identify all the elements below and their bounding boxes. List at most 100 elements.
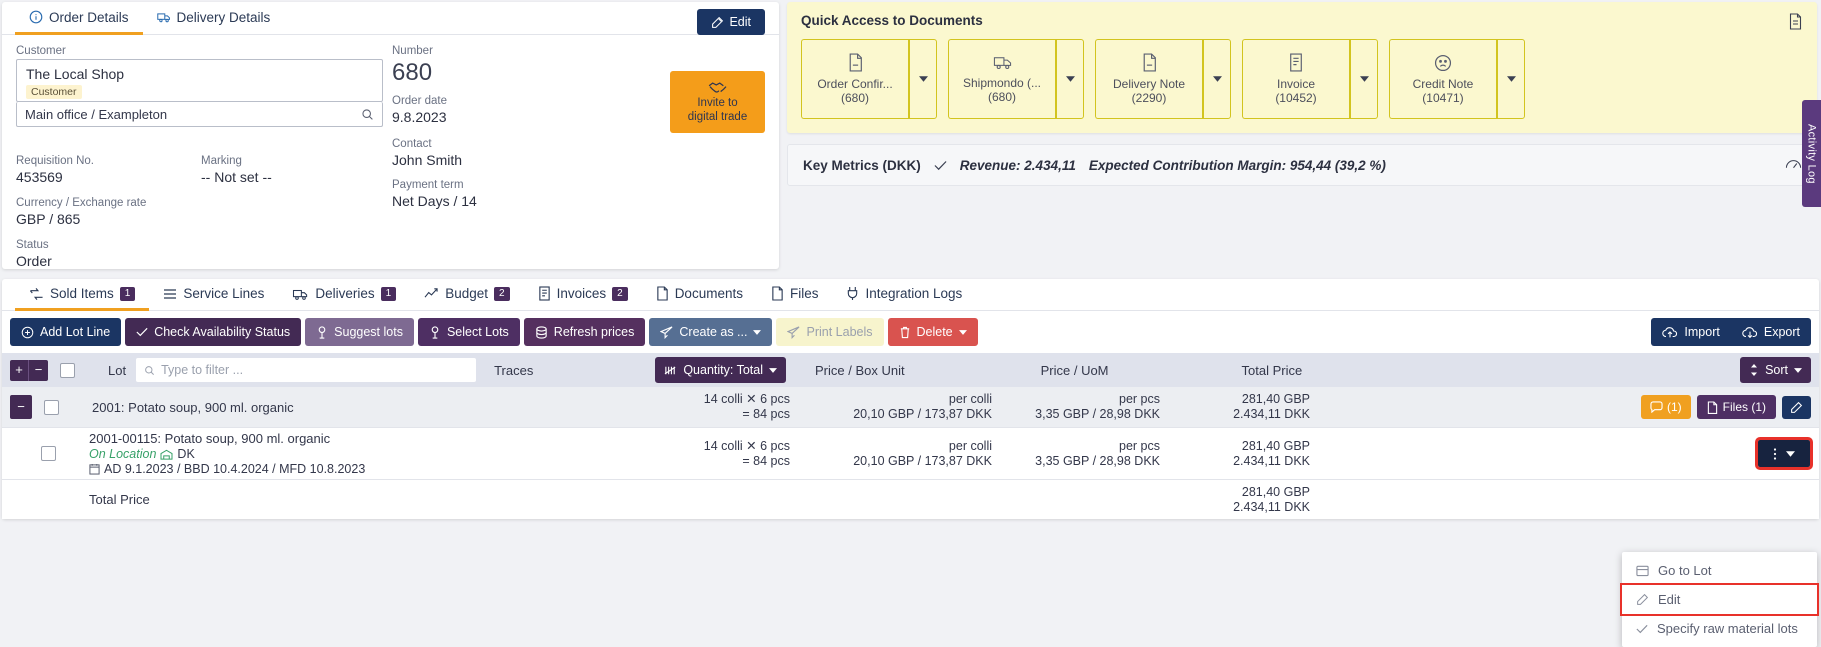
row-price-uom: per pcs 3,35 GBP / 28,98 DKK (1002, 439, 1160, 469)
quick-access-document-list: Order Confir... (680) Shipmondo (... (801, 39, 1803, 119)
quick-doc-button[interactable]: Delivery Note (2290) (1095, 39, 1202, 119)
chevron-down-icon (1794, 368, 1802, 373)
row-checkbox[interactable] (41, 446, 56, 461)
button-label: Delete (917, 325, 953, 339)
comment-count: (1) (1667, 400, 1682, 414)
select-all-checkbox[interactable] (60, 363, 75, 378)
tab-integration-logs[interactable]: Integration Logs (832, 279, 976, 311)
search-icon[interactable] (361, 108, 374, 121)
tab-sold-items[interactable]: Sold Items 1 (15, 279, 149, 311)
quick-doc-dropdown-toggle[interactable] (1497, 39, 1525, 119)
customer-type-tag: Customer (26, 85, 82, 99)
expand-all-button[interactable]: + (10, 360, 29, 381)
row-quantity-line-1: 14 colli ✕ 6 pcs (685, 392, 790, 407)
delete-button[interactable]: Delete (888, 318, 978, 346)
quick-doc-button[interactable]: Credit Note (10471) (1389, 39, 1496, 119)
tab-order-details[interactable]: Order Details (15, 2, 143, 35)
files-button[interactable]: Files (1) (1697, 395, 1776, 419)
suggest-lots-button[interactable]: Suggest lots (305, 318, 414, 346)
button-label: Check Availability Status (154, 325, 290, 339)
quantity-total-dropdown[interactable]: Quantity: Total (655, 357, 786, 383)
metrics-gauge-action[interactable] (1785, 157, 1802, 173)
currency-value: GBP / 865 (16, 211, 201, 227)
tab-documents[interactable]: Documents (642, 279, 757, 311)
context-menu-item-specify-raw-material-lots[interactable]: Specify raw material lots (1622, 614, 1817, 643)
button-label: Import (1684, 325, 1719, 339)
import-button[interactable]: Import (1651, 318, 1730, 346)
row-quantity-line-1: 14 colli ✕ 6 pcs (685, 439, 790, 454)
quick-doc-button[interactable]: Shipmondo (... (680) (948, 39, 1055, 119)
marking-label: Marking (201, 155, 386, 167)
quick-doc-button[interactable]: Invoice (10452) (1242, 39, 1349, 119)
marking-value: -- Not set -- (201, 169, 386, 185)
edit-pencil-icon (711, 16, 724, 29)
add-lot-line-button[interactable]: Add Lot Line (10, 318, 121, 346)
kebab-menu-icon (1773, 447, 1777, 461)
sort-icon (1749, 364, 1759, 376)
chevron-down-icon (769, 368, 777, 373)
row-quantity-line-2: = 84 pcs (685, 454, 790, 469)
tab-label: Budget (445, 286, 488, 301)
tab-service-lines[interactable]: Service Lines (149, 279, 278, 311)
row-quantity-line-2: = 84 pcs (685, 407, 790, 422)
tab-budget[interactable]: Budget 2 (410, 279, 523, 311)
context-menu-item-go-to-lot[interactable]: Go to Lot (1622, 556, 1817, 585)
row-edit-button[interactable] (1782, 396, 1811, 419)
number-label: Number (392, 45, 642, 57)
trash-icon (899, 326, 911, 339)
lot-icon (429, 326, 441, 339)
chart-icon (424, 287, 439, 300)
button-label: Export (1764, 325, 1800, 339)
tab-badge: 1 (120, 287, 136, 301)
invite-to-digital-trade-button[interactable]: Invite to digital trade (670, 71, 765, 133)
status-label: Status (16, 239, 201, 251)
quick-access-document-action[interactable] (1788, 13, 1803, 33)
print-labels-button[interactable]: Print Labels (776, 318, 883, 346)
row-checkbox[interactable] (44, 400, 59, 415)
activity-log-tab[interactable]: Activity Log (1802, 100, 1821, 207)
quick-doc-dropdown-toggle[interactable] (1203, 39, 1231, 119)
tab-invoices[interactable]: Invoices 2 (524, 279, 642, 311)
table-header-row: + − Lot Type to filter ... Traces Quanti… (2, 353, 1819, 387)
table-row[interactable]: − 2001: Potato soup, 900 ml. organic 14 … (2, 387, 1819, 427)
top-section: Order Details Delivery Details Customer … (0, 0, 1821, 275)
sort-dropdown[interactable]: Sort (1740, 357, 1811, 383)
chevron-down-icon (1507, 76, 1516, 82)
row-dates: AD 9.1.2023 / BBD 10.4.2024 / MFD 10.8.2… (104, 462, 365, 476)
invite-line-1: Invite to (697, 97, 737, 110)
tab-label: Documents (675, 286, 743, 301)
quick-doc-dropdown-toggle[interactable] (1056, 39, 1084, 119)
customer-box[interactable]: The Local Shop Customer (16, 59, 383, 102)
tab-deliveries[interactable]: Deliveries 1 (278, 279, 410, 311)
export-button[interactable]: Export (1731, 318, 1811, 346)
row-uom-line-2: 3,35 GBP / 28,98 DKK (1002, 407, 1160, 422)
sold-items-card: Sold Items 1 Service Lines Deliveries 1 … (2, 279, 1819, 519)
contact-label: Contact (392, 138, 642, 150)
edit-order-button[interactable]: Edit (697, 9, 765, 35)
tally-icon (664, 365, 677, 376)
customer-name: The Local Shop (26, 67, 373, 82)
files-label: Files (1) (1723, 400, 1766, 414)
row-more-actions-button[interactable] (1758, 440, 1810, 467)
customer-address-field[interactable]: Main office / Exampleton (16, 102, 383, 127)
check-availability-status-button[interactable]: Check Availability Status (125, 318, 301, 346)
tab-files[interactable]: Files (757, 279, 833, 311)
tab-delivery-details[interactable]: Delivery Details (143, 2, 285, 35)
quick-doc-dropdown-toggle[interactable] (1350, 39, 1378, 119)
select-lots-button[interactable]: Select Lots (418, 318, 520, 346)
comments-button[interactable]: (1) (1641, 395, 1691, 419)
quick-doc-button[interactable]: Order Confir... (680) (801, 39, 908, 119)
lot-icon (316, 326, 328, 339)
context-menu-item-edit[interactable]: Edit (1622, 585, 1817, 614)
refresh-prices-button[interactable]: Refresh prices (524, 318, 646, 346)
customer-address-value: Main office / Exampleton (25, 107, 167, 122)
lot-filter-input[interactable]: Type to filter ... (136, 358, 476, 382)
create-as-button[interactable]: Create as ... (649, 318, 772, 346)
table-row[interactable]: 2001-00115: Potato soup, 900 ml. organic… (2, 427, 1819, 479)
quick-doc-label: Shipmondo (... (963, 76, 1041, 90)
row-collapse-button[interactable]: − (10, 395, 32, 419)
quick-doc-dropdown-toggle[interactable] (909, 39, 937, 119)
cloud-upload-icon (1662, 326, 1678, 339)
customer-label: Customer (16, 45, 383, 57)
collapse-all-button[interactable]: − (29, 360, 48, 381)
